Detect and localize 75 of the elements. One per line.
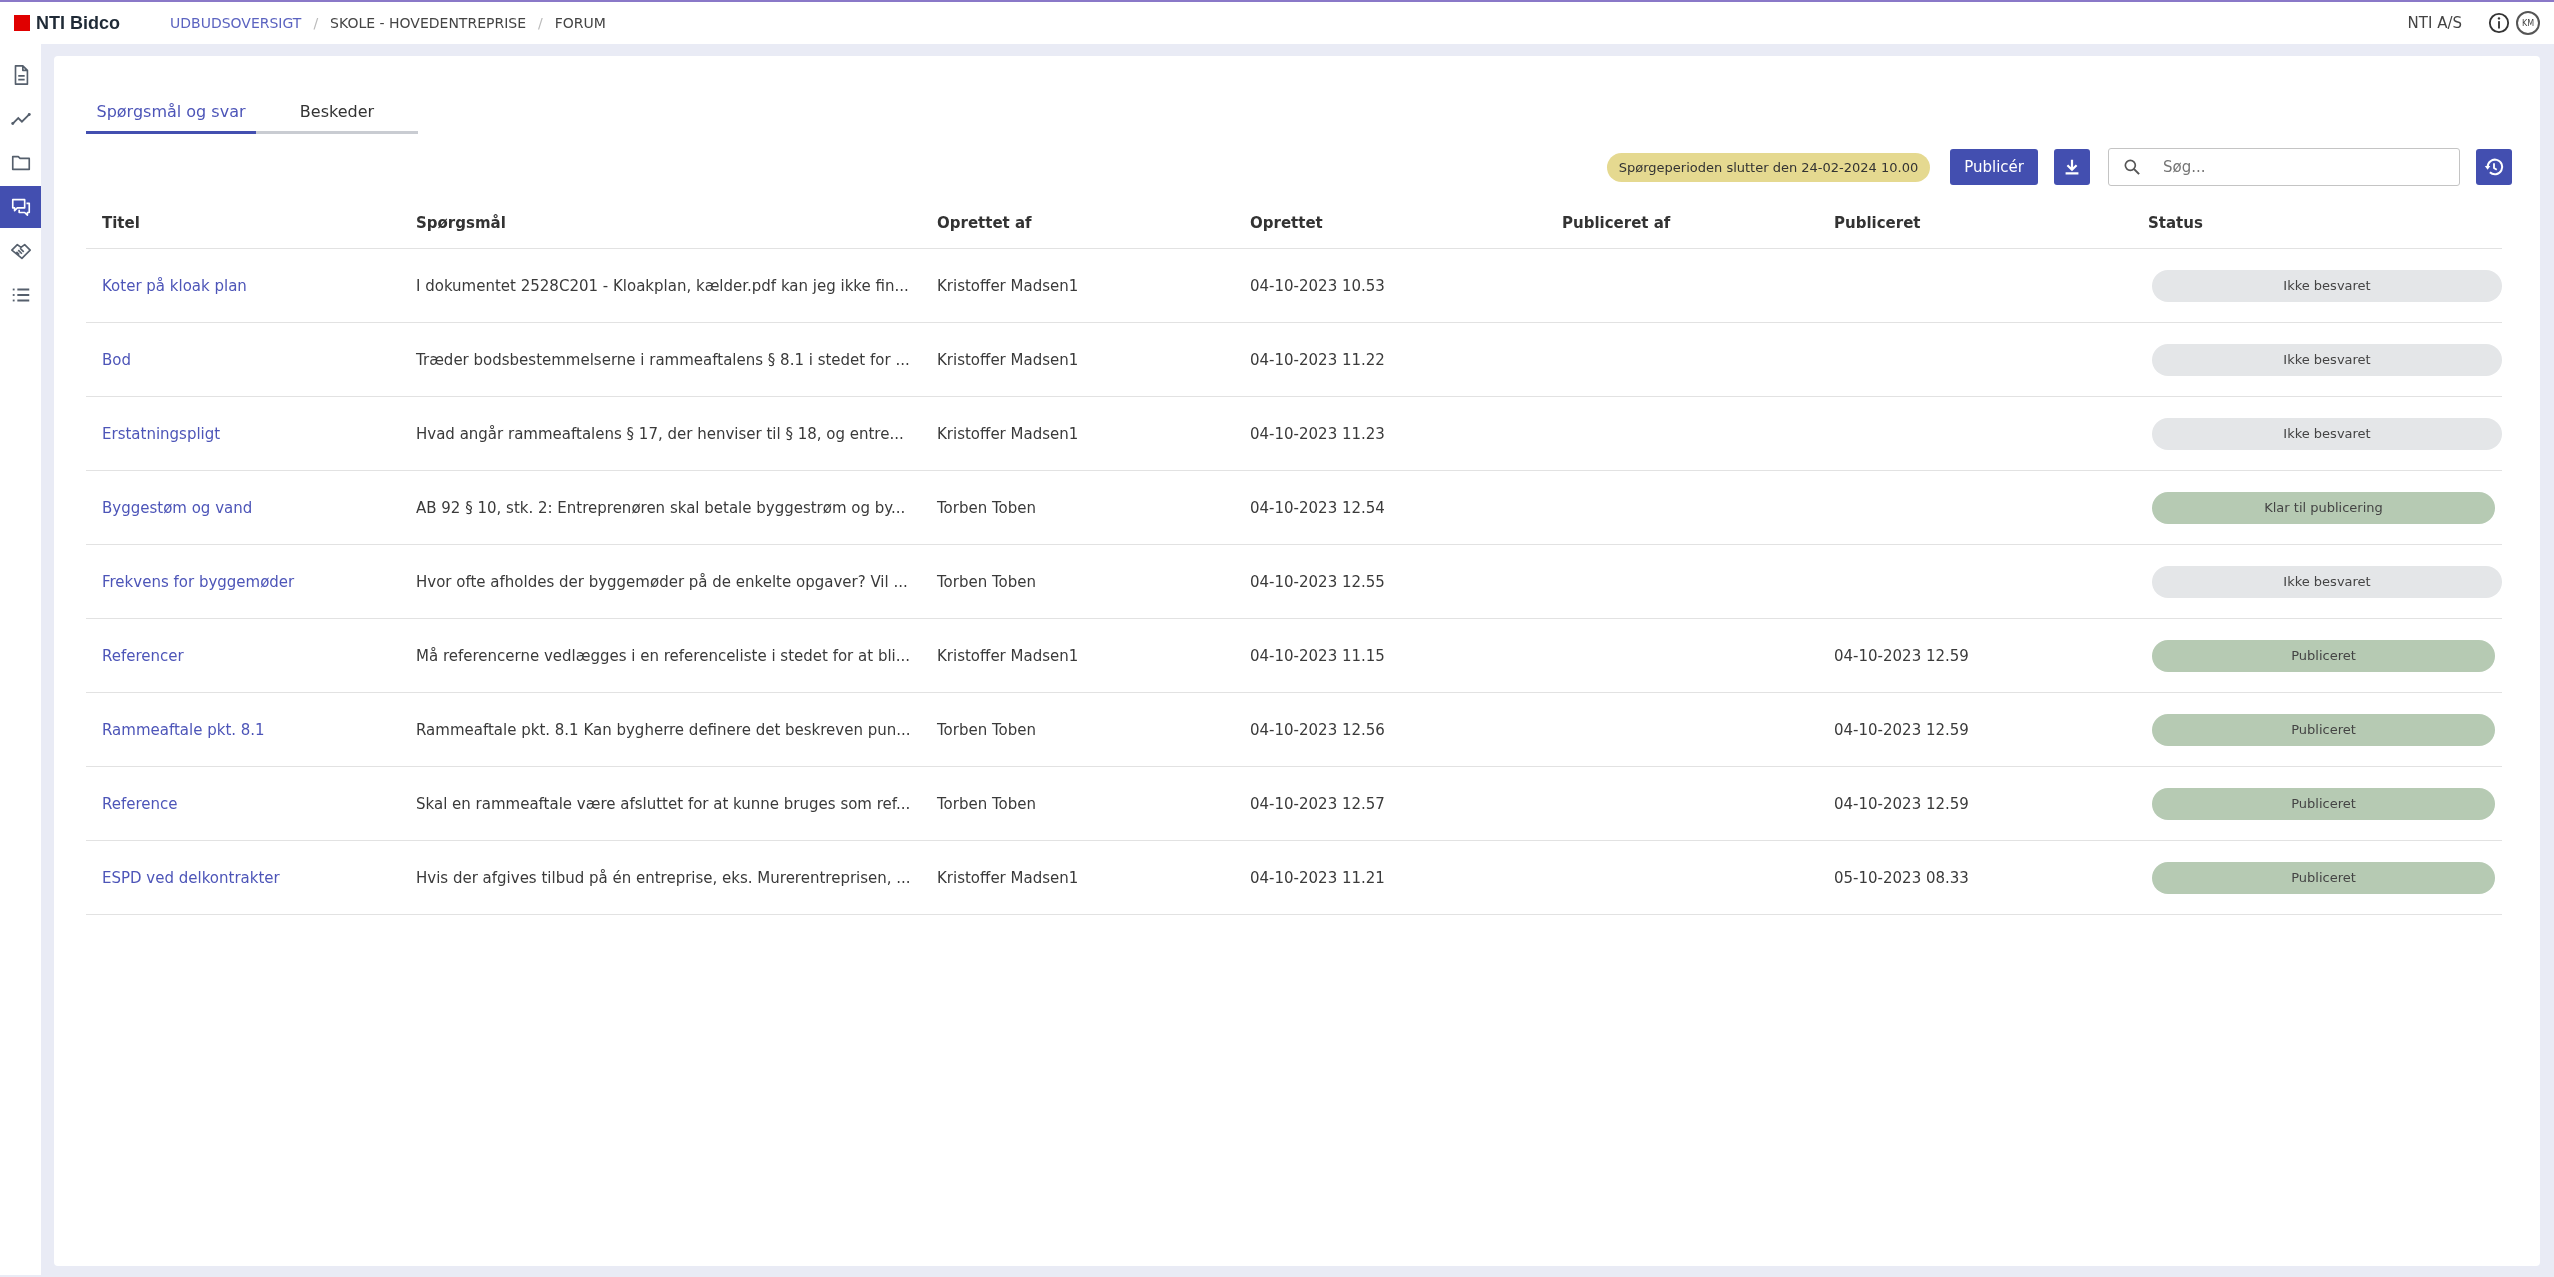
author-cell-text: Torben Toben xyxy=(936,794,1038,813)
column-header: Publiceret xyxy=(1833,214,1922,232)
column-header: Titel xyxy=(101,214,141,232)
status-pill: Publiceret xyxy=(2152,787,2495,820)
breadcrumb-separator: / xyxy=(313,15,319,31)
created-date-cell-text: 04-10-2023 12.56 xyxy=(1249,720,1386,739)
question-cell-text: I dokumentet 2528C201 - Kloakplan, kælder.pdf kan jeg ikke fin... xyxy=(415,276,910,295)
published-date-cell-text: 05-10-2023 08.33 xyxy=(1833,868,1970,887)
question-cell-text: Skal en rammeaftale være afsluttet for at kunne bruges som ref... xyxy=(415,794,912,813)
question-title-link[interactable]: Frekvens for byggemøder xyxy=(86,572,400,591)
created-date-cell-text: 04-10-2023 10.53 xyxy=(1249,276,1386,295)
question-cell-text: Hvor ofte afholdes der byggemøder på de enkelte opgaver? Vil ... xyxy=(415,572,909,591)
column-header: Oprettet xyxy=(1249,214,1324,232)
question-title-link[interactable]: Referencer xyxy=(86,646,400,665)
author-cell-text: Torben Toben xyxy=(936,572,1038,591)
published-date-cell-text: 04-10-2023 12.59 xyxy=(1833,794,1970,813)
breadcrumb-separator: / xyxy=(538,15,543,31)
info-icon[interactable] xyxy=(2488,12,2510,34)
status-pill: Publiceret xyxy=(2152,861,2495,894)
question-title-link[interactable]: Rammeaftale pkt. 8.1 xyxy=(86,720,400,739)
status-pill: Publiceret xyxy=(2152,639,2495,672)
search-field[interactable]: Søg... xyxy=(2108,148,2460,186)
logo-square xyxy=(14,15,30,31)
logo-text: NTI Bidco xyxy=(36,12,120,34)
status-pill: Ikke besvaret xyxy=(2152,417,2502,450)
created-date-cell-text: 04-10-2023 11.21 xyxy=(1249,868,1386,887)
user-avatar[interactable]: KM xyxy=(2516,11,2540,35)
breadcrumb-item[interactable]: UDBUDSOVERSIGT xyxy=(170,15,302,31)
breadcrumb-item: FORUM xyxy=(554,15,606,31)
history-icon[interactable] xyxy=(2476,149,2512,185)
created-date-cell-text: 04-10-2023 12.55 xyxy=(1249,572,1386,591)
question-cell-text: Hvis der afgives tilbud på én entreprise, eks. Murerentreprisen, ... xyxy=(415,868,912,887)
created-date-cell-text: 04-10-2023 11.23 xyxy=(1249,424,1386,443)
question-title-link[interactable]: Koter på kloak plan xyxy=(86,276,400,295)
author-cell-text: Kristoffer Madsen1 xyxy=(936,424,1080,443)
created-date-cell-text: 04-10-2023 12.54 xyxy=(1249,498,1386,517)
question-cell-text: Træder bodsbestemmelserne i rammeaftalens § 8.1 i stedet for ... xyxy=(415,350,911,369)
published-date-cell-text: 04-10-2023 12.59 xyxy=(1833,646,1970,665)
publish-button[interactable]: Publicér xyxy=(1950,149,2038,185)
download-icon[interactable] xyxy=(2054,149,2090,185)
column-header: Oprettet af xyxy=(936,214,1033,232)
status-pill: Ikke besvaret xyxy=(2152,343,2502,376)
question-cell-text: Hvad angår rammeaftalens § 17, der henviser til § 18, og entre... xyxy=(415,424,905,443)
status-pill: Publiceret xyxy=(2152,713,2495,746)
chat-bubbles-icon[interactable] xyxy=(0,186,41,228)
column-header: Publiceret af xyxy=(1561,214,1672,232)
created-date-cell-text: 04-10-2023 11.22 xyxy=(1249,350,1386,369)
status-pill: Klar til publicering xyxy=(2152,491,2495,524)
question-cell-text: AB 92 § 10, stk. 2: Entreprenøren skal betale byggestrøm og by... xyxy=(415,498,907,517)
tab[interactable]: Spørgsmål og svar xyxy=(86,94,256,134)
author-cell-text: Kristoffer Madsen1 xyxy=(936,646,1080,665)
author-cell-text: Kristoffer Madsen1 xyxy=(936,276,1080,295)
question-title-link[interactable]: Bod xyxy=(86,350,400,369)
question-title-link[interactable]: ESPD ved delkontrakter xyxy=(86,868,400,887)
column-header: Status xyxy=(2147,214,2204,232)
question-title-link[interactable]: Erstatningspligt xyxy=(86,424,400,443)
column-header: Spørgsmål xyxy=(415,214,507,232)
author-cell-text: Kristoffer Madsen1 xyxy=(936,868,1080,887)
company-name: NTI A/S xyxy=(2407,14,2462,32)
author-cell-text: Torben Toben xyxy=(936,498,1038,517)
deadline-badge: Spørgeperioden slutter den 24-02-2024 10.00 xyxy=(1606,152,1931,182)
breadcrumb-item: SKOLE - HOVEDENTREPRISE xyxy=(330,15,526,31)
created-date-cell-text: 04-10-2023 11.15 xyxy=(1249,646,1386,665)
question-title-link[interactable]: Reference xyxy=(86,794,400,813)
tab[interactable]: Beskeder xyxy=(256,94,418,134)
created-date-cell-text: 04-10-2023 12.57 xyxy=(1249,794,1386,813)
author-cell-text: Torben Toben xyxy=(936,720,1038,739)
question-title-link[interactable]: Byggestøm og vand xyxy=(86,498,400,517)
question-cell-text: Rammeaftale pkt. 8.1 Kan bygherre definere det beskreven pun... xyxy=(415,720,912,739)
author-cell-text: Kristoffer Madsen1 xyxy=(936,350,1080,369)
status-pill: Ikke besvaret xyxy=(2152,269,2502,302)
status-pill: Ikke besvaret xyxy=(2152,565,2502,598)
search-icon xyxy=(2122,157,2142,177)
question-cell-text: Må referencerne vedlægges i en referenceliste i stedet for at bli... xyxy=(415,646,912,665)
published-date-cell-text: 04-10-2023 12.59 xyxy=(1833,720,1970,739)
